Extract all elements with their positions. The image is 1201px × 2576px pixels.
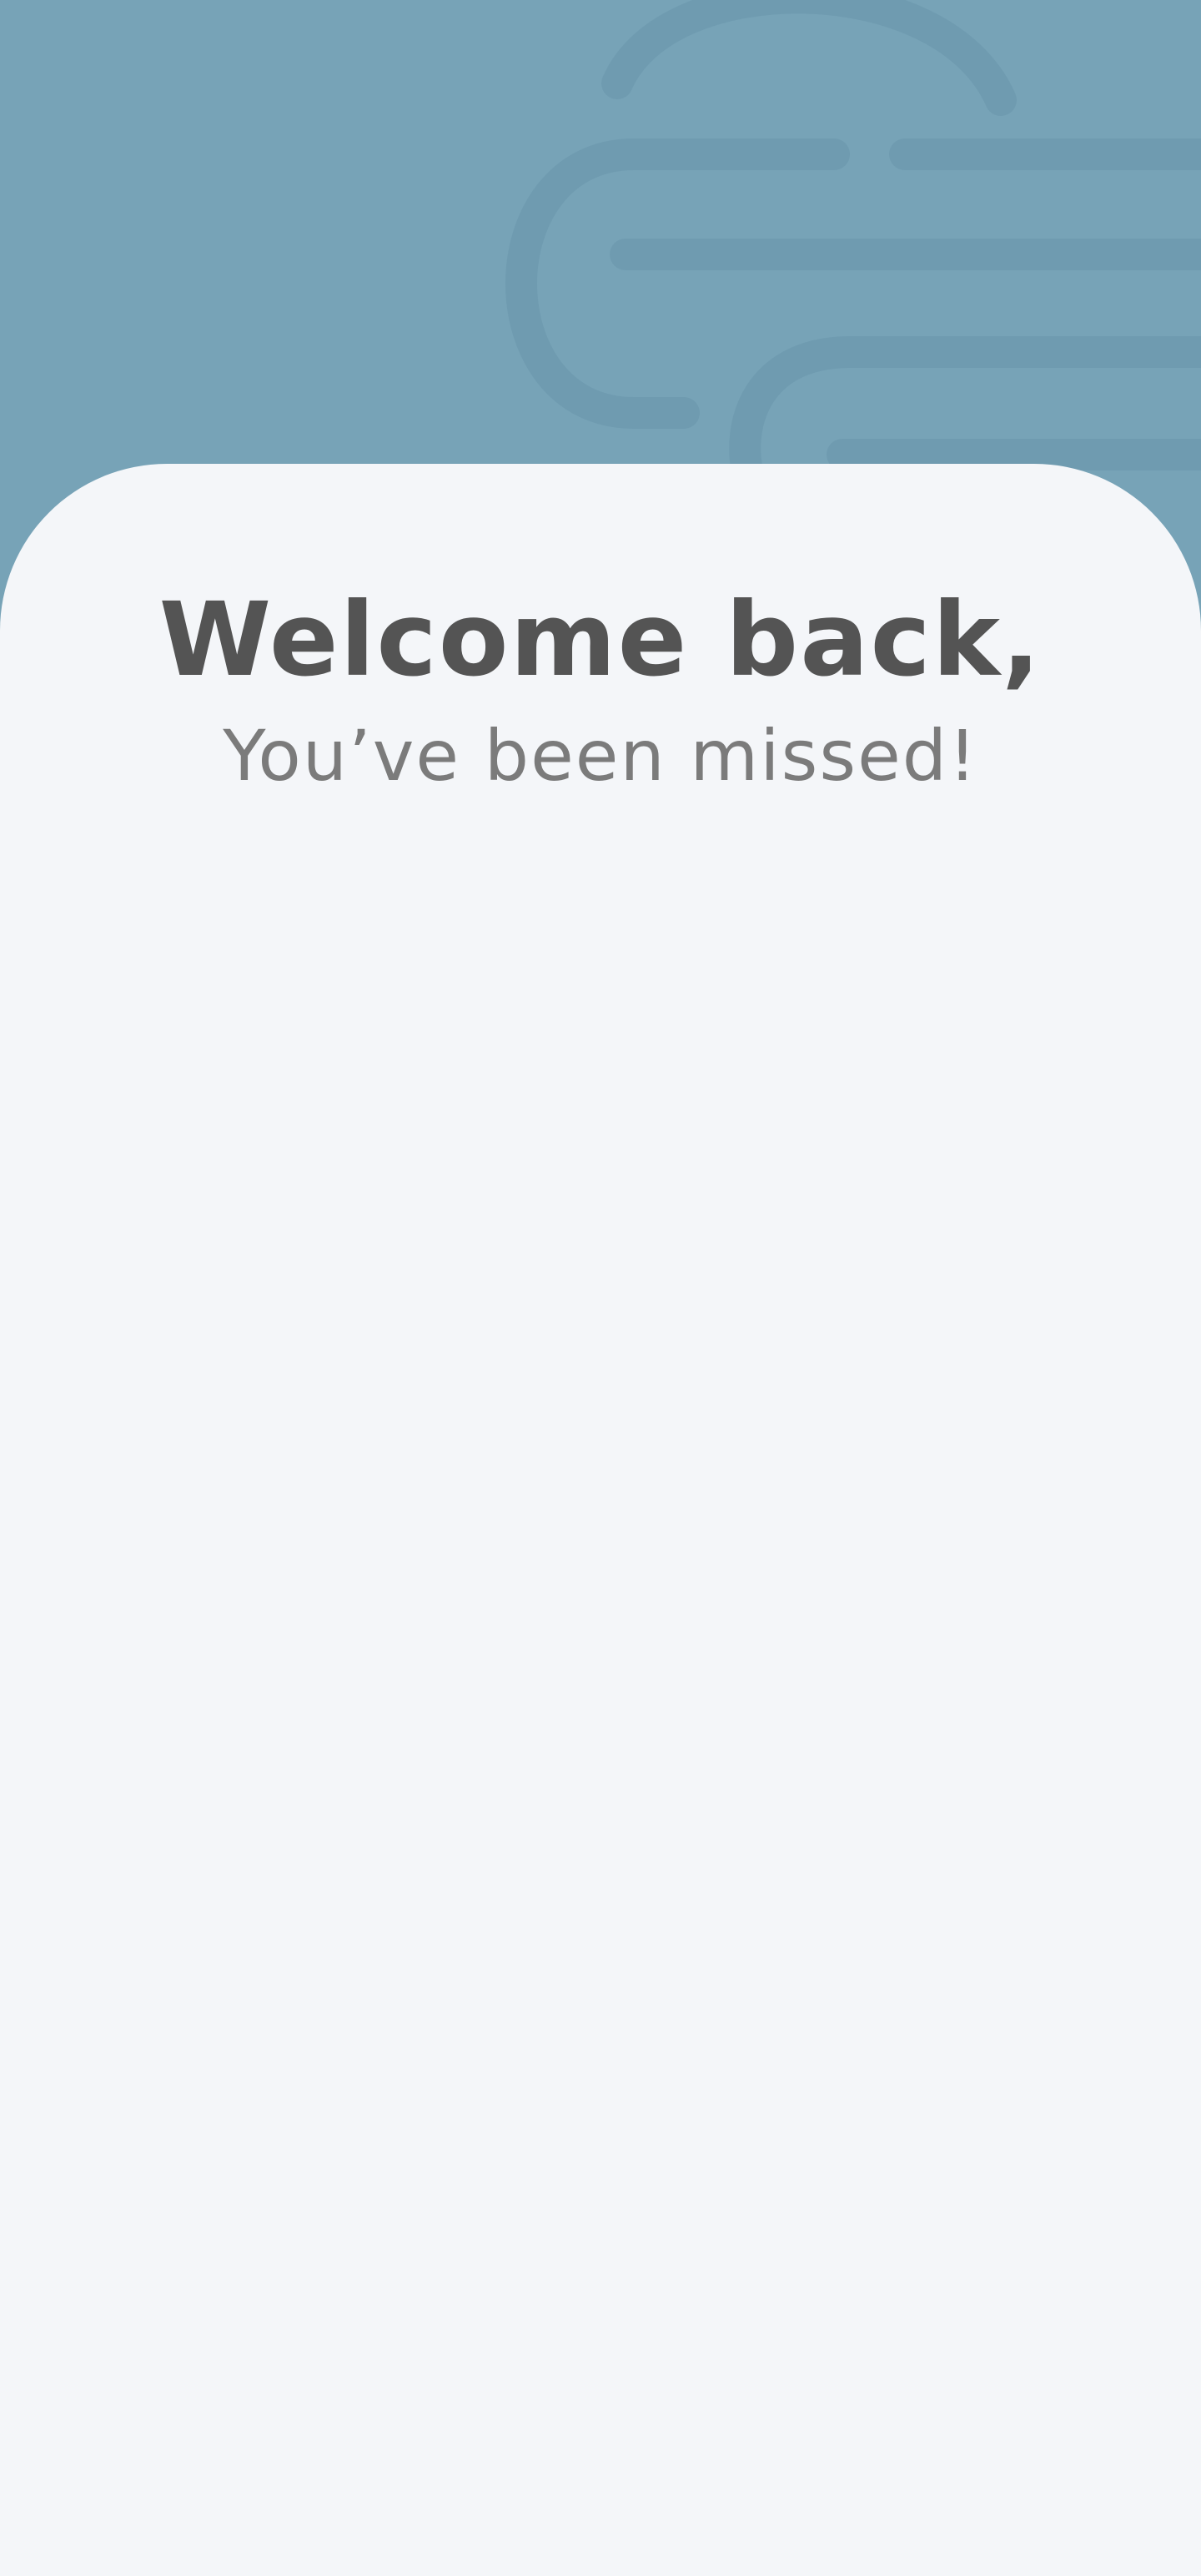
decoration-top-arc: [601, 0, 1017, 116]
welcome-card: Welcome back, You’ve been missed!: [0, 464, 1201, 2576]
welcome-subtitle: You’ve been missed!: [223, 715, 978, 797]
welcome-title: Welcome back,: [158, 581, 1043, 699]
